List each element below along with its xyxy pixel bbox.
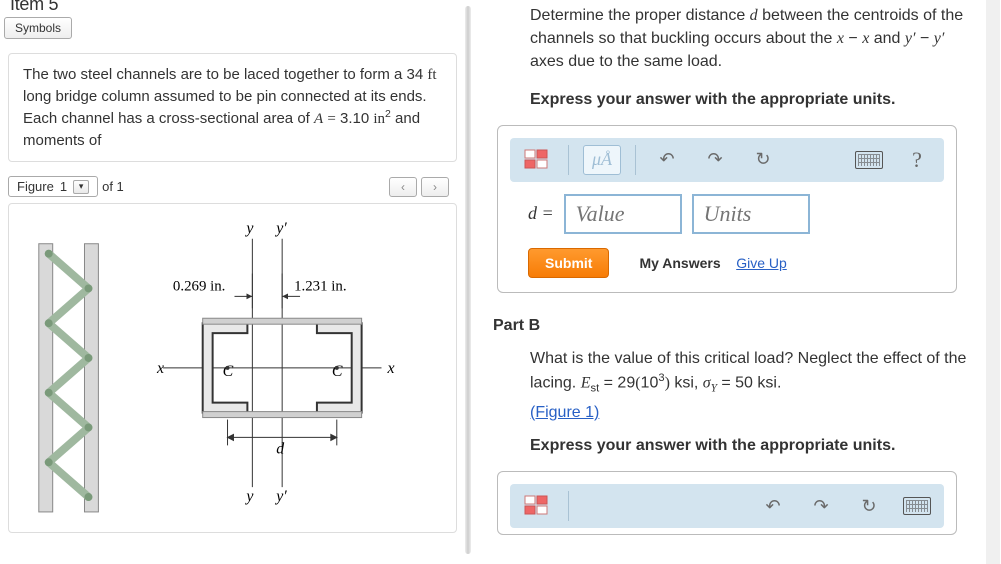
figure-index: 1 [60, 179, 67, 194]
give-up-link[interactable]: Give Up [736, 255, 787, 271]
keyboard-icon[interactable] [852, 145, 886, 175]
axis-y-top: y [244, 220, 254, 237]
submit-button[interactable]: Submit [528, 248, 609, 278]
partb-express: Express your answer with the appropriate… [530, 434, 980, 457]
keyboard-icon[interactable] [900, 491, 934, 521]
parta-toolbar: μÅ ↶ ↷ ↻ ? [510, 138, 944, 182]
template-icon[interactable] [520, 145, 554, 175]
dim-d: d [276, 440, 284, 457]
units-mode-button[interactable]: μÅ [583, 145, 621, 175]
figure-area: x x y y y′ y′ 0.269 in. 1.231 in. [8, 203, 457, 533]
dim-right: 1.231 in. [294, 278, 346, 294]
figure-of-label: of 1 [102, 179, 124, 194]
value-input[interactable] [564, 194, 682, 234]
item-title: Item 5 [0, 0, 465, 15]
axis-x-left: x [156, 360, 164, 377]
figure-label: Figure [17, 179, 54, 194]
help-icon[interactable]: ? [900, 145, 934, 175]
symbols-button[interactable]: Symbols [4, 17, 72, 39]
reset-icon[interactable]: ↻ [746, 145, 780, 175]
centroid-c-right: C [332, 363, 343, 380]
redo-icon[interactable]: ↷ [804, 491, 838, 521]
parta-express: Express your answer with the appropriate… [530, 88, 980, 111]
scrollbar[interactable] [986, 0, 1000, 564]
units-input[interactable] [692, 194, 810, 234]
figure-next-button[interactable]: › [421, 177, 449, 197]
figure-header: Figure 1 ▾ of 1 ‹ › [8, 176, 457, 197]
undo-icon[interactable]: ↶ [650, 145, 684, 175]
figure-tab[interactable]: Figure 1 ▾ [8, 176, 98, 197]
redo-icon[interactable]: ↷ [698, 145, 732, 175]
undo-icon[interactable]: ↶ [756, 491, 790, 521]
figure-dropdown-icon[interactable]: ▾ [73, 180, 89, 194]
dim-left: 0.269 in. [173, 278, 225, 294]
partb-toolbar: ↶ ↷ ↻ [510, 484, 944, 528]
centroid-c-left: C [223, 363, 234, 380]
panel-divider[interactable] [465, 6, 471, 554]
axis-y-bot: y [244, 488, 254, 505]
partb-header: Part B [493, 317, 1000, 335]
figure-prev-button[interactable]: ‹ [389, 177, 417, 197]
partb-answer-box: ↶ ↷ ↻ [497, 471, 957, 535]
problem-statement: The two steel channels are to be laced t… [8, 53, 457, 162]
parta-variable: d = [528, 203, 554, 224]
template-icon[interactable] [520, 491, 554, 521]
reset-icon[interactable]: ↻ [852, 491, 886, 521]
axis-yp-top: y′ [274, 220, 287, 237]
axis-x-right: x [386, 360, 394, 377]
axis-yp-bot: y′ [274, 488, 287, 505]
partb-figure-link[interactable]: (Figure 1) [530, 401, 980, 424]
parta-prompt: Determine the proper distance d between … [530, 4, 980, 74]
partb-prompt: What is the value of this critical load?… [530, 347, 980, 397]
my-answers-label: My Answers [639, 255, 720, 271]
parta-answer-box: μÅ ↶ ↷ ↻ ? d = Submit My Answers Give Up [497, 125, 957, 293]
